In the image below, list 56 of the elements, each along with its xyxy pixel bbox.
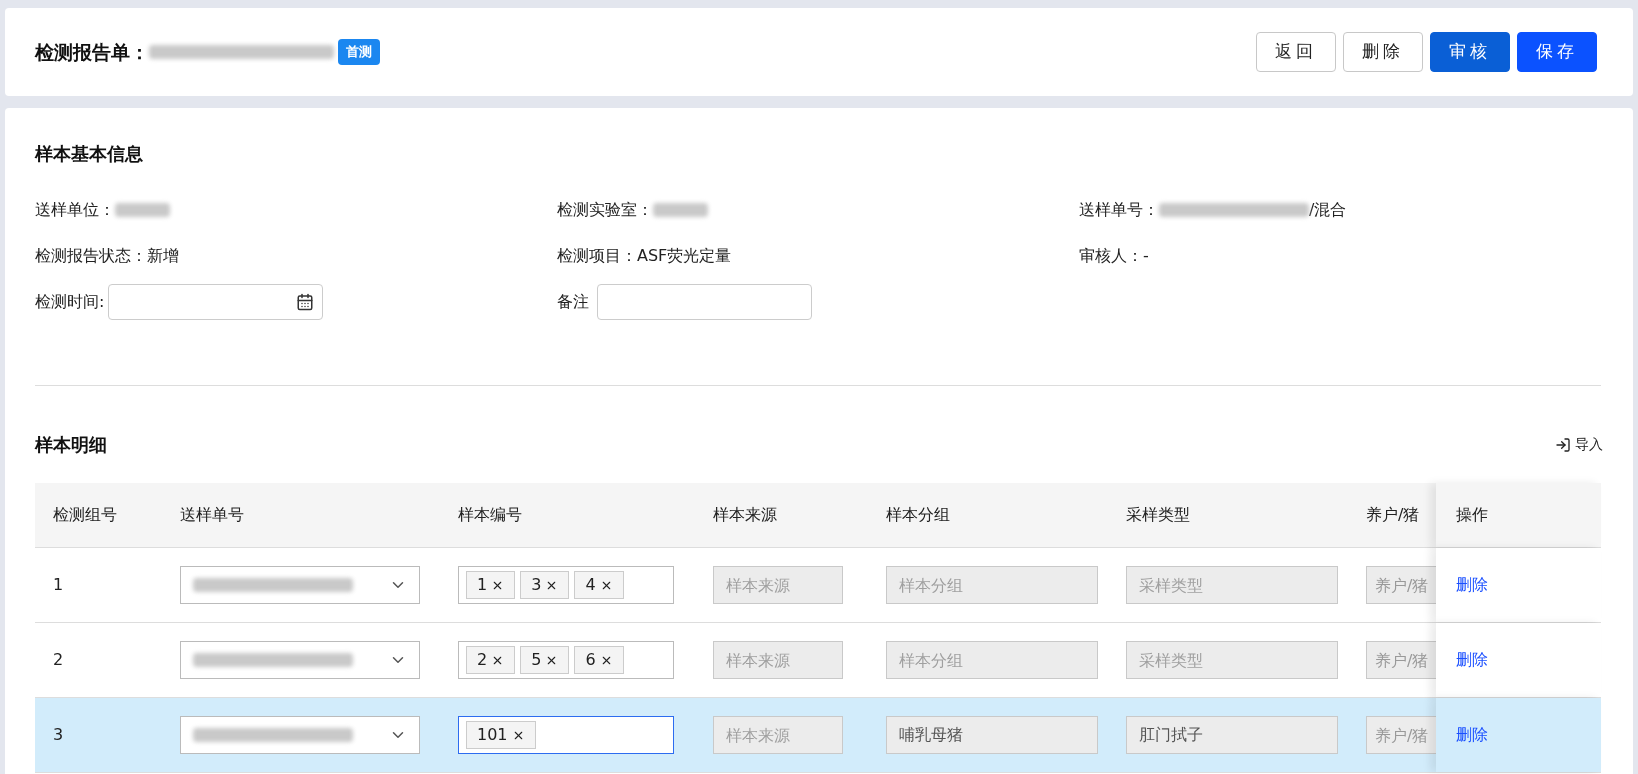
- field-value: 新增: [147, 245, 179, 267]
- redacted-mark: [653, 203, 708, 217]
- column-header: 样本分组: [886, 504, 951, 526]
- field-text: 审核人：-: [1079, 245, 1149, 267]
- action-button[interactable]: 审核: [1430, 32, 1510, 72]
- tag-input[interactable]: 2 5 6: [458, 641, 674, 679]
- column-header: 采样类型: [1126, 504, 1191, 526]
- calendar-icon: [296, 293, 315, 311]
- import-button[interactable]: 导入: [1555, 434, 1603, 455]
- field-label: 送样单位：: [35, 199, 115, 221]
- table-cell-text: 2: [52, 649, 65, 671]
- field-label: 送样单号：: [1079, 199, 1159, 221]
- sample-tag: 5: [520, 646, 570, 674]
- sample-tag: 2: [466, 646, 516, 674]
- delete-link[interactable]: 删除: [1456, 573, 1488, 597]
- table-cell-text: 3: [52, 724, 65, 746]
- column-header: 养户/猪: [1366, 504, 1421, 526]
- remark-field[interactable]: [597, 284, 812, 320]
- field-label: 备注: [557, 291, 589, 313]
- column-header: 样本来源: [713, 504, 778, 526]
- select-field[interactable]: [180, 566, 420, 604]
- table-cell-text: 1: [52, 574, 65, 596]
- page-title: 检测报告单：: [35, 39, 149, 65]
- field-label: 检测报告状态：: [35, 245, 147, 267]
- section-title: 样本基本信息: [35, 142, 144, 166]
- delete-link[interactable]: 删除: [1456, 648, 1488, 672]
- status-badge: 首测: [338, 39, 380, 65]
- action-button[interactable]: 删除: [1343, 32, 1423, 72]
- select-field[interactable]: [180, 716, 420, 754]
- sample-tag: 6: [574, 646, 624, 674]
- table-row[interactable]: 3 101 样本来源 哺乳母猪 肛门拭子 养户/猪 删除: [35, 698, 1601, 773]
- action-button[interactable]: 返回: [1256, 32, 1336, 72]
- section-title: 样本明细: [35, 433, 107, 457]
- sample-tag: 101: [466, 721, 536, 749]
- column-header: 检测组号: [52, 504, 118, 526]
- date-field[interactable]: [108, 284, 324, 320]
- table-row[interactable]: 1 1 3 4 样本来源 样本分组 采样类型 养户/猪 删除: [35, 548, 1601, 623]
- column-header: 操作: [1436, 483, 1601, 547]
- sample-tag: 1: [466, 571, 516, 599]
- import-icon: [1555, 436, 1571, 453]
- field-label: 检测实验室：: [557, 199, 653, 221]
- table-row[interactable]: 2 2 5 6 样本来源 样本分组 采样类型 养户/猪 删除: [35, 623, 1601, 698]
- field-label: 检测时间:: [35, 291, 105, 313]
- field-label: 检测项目：: [557, 245, 637, 267]
- sample-tag: 3: [520, 571, 570, 599]
- action-button[interactable]: 保存: [1517, 32, 1597, 72]
- delete-link[interactable]: 删除: [1456, 723, 1488, 747]
- field-value: ASF荧光定量: [637, 245, 732, 267]
- select-field[interactable]: [180, 641, 420, 679]
- column-header: 送样单号: [180, 504, 245, 526]
- tag-input[interactable]: 101: [458, 716, 674, 754]
- tag-input[interactable]: 1 3 4: [458, 566, 674, 604]
- sample-tag: 4: [574, 571, 624, 599]
- redacted-mark: [115, 203, 170, 217]
- field-value: /混合: [1309, 199, 1347, 221]
- column-header: 样本编号: [458, 504, 523, 526]
